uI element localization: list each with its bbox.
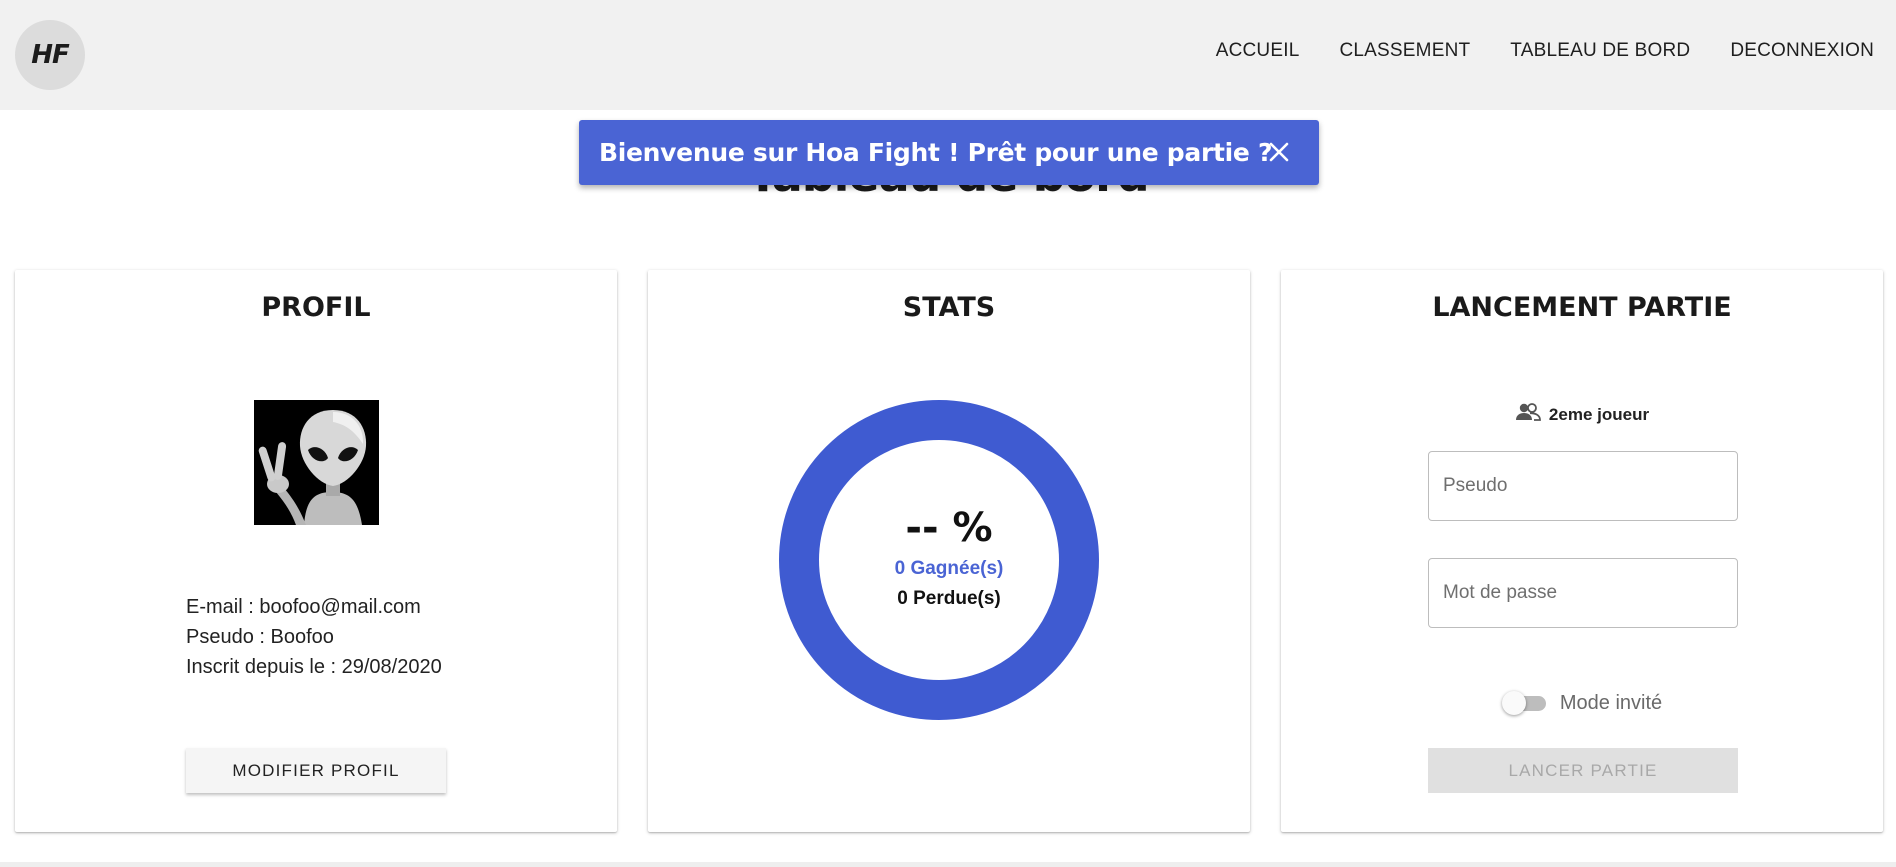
games-won: 0 Gagnée(s) [894, 558, 1004, 579]
snackbar-message: Bienvenue sur Hoa Fight ! Prêt pour une … [599, 138, 1273, 167]
games-lost: 0 Perdue(s) [897, 588, 1001, 609]
close-icon[interactable] [1261, 134, 1297, 170]
stats-title: STATS [902, 292, 996, 323]
second-player-label: 2eme joueur [1548, 404, 1650, 424]
profile-email: E-mail : boofoo@mail.com [186, 596, 421, 618]
pseudo-field [1428, 451, 1738, 521]
bottom-divider [0, 862, 1896, 867]
stats-card: STATS -- % 0 Gagnée(s) 0 Perdue(s) [648, 270, 1250, 832]
profile-title: PROFIL [261, 292, 371, 323]
password-input[interactable] [1429, 559, 1737, 627]
launch-title: LANCEMENT PARTIE [1432, 292, 1732, 323]
launch-game-button[interactable]: LANCER PARTIE [1428, 748, 1738, 793]
profile-since: Inscrit depuis le : 29/08/2020 [186, 656, 442, 678]
nav-deconnexion[interactable]: DECONNEXION [1730, 40, 1874, 62]
nav-accueil[interactable]: ACCUEIL [1216, 40, 1300, 62]
second-player-heading: 2eme joueur [1281, 402, 1883, 427]
alien-icon [254, 400, 379, 525]
guest-mode-row: Mode invité [1281, 690, 1883, 716]
app-logo[interactable]: HF [15, 20, 85, 90]
guest-mode-label: Mode invité [1559, 691, 1663, 714]
people-icon [1515, 402, 1541, 427]
modify-profile-button[interactable]: MODIFIER PROFIL [186, 748, 446, 793]
launch-game-card: LANCEMENT PARTIE 2eme joueur Mode invité… [1281, 270, 1883, 832]
pseudo-input[interactable] [1429, 452, 1737, 520]
toggle-thumb [1501, 691, 1526, 715]
nav-classement[interactable]: CLASSEMENT [1339, 40, 1470, 62]
nav-tableau-de-bord[interactable]: TABLEAU DE BORD [1510, 40, 1690, 62]
profile-pseudo: Pseudo : Boofoo [186, 626, 334, 648]
top-app-bar: HF ACCUEIL CLASSEMENT TABLEAU DE BORD DE… [0, 0, 1896, 110]
win-percentage: -- % [905, 505, 993, 551]
password-field [1428, 558, 1738, 628]
profile-info: E-mail : boofoo@mail.com Pseudo : Boofoo… [186, 592, 442, 682]
profile-card: PROFIL E-mail : boofoo@mail.com Pseudo :… [15, 270, 617, 832]
main-nav: ACCUEIL CLASSEMENT TABLEAU DE BORD DECON… [1216, 40, 1874, 62]
welcome-snackbar: Bienvenue sur Hoa Fight ! Prêt pour une … [579, 120, 1319, 185]
guest-mode-toggle[interactable] [1501, 690, 1548, 716]
